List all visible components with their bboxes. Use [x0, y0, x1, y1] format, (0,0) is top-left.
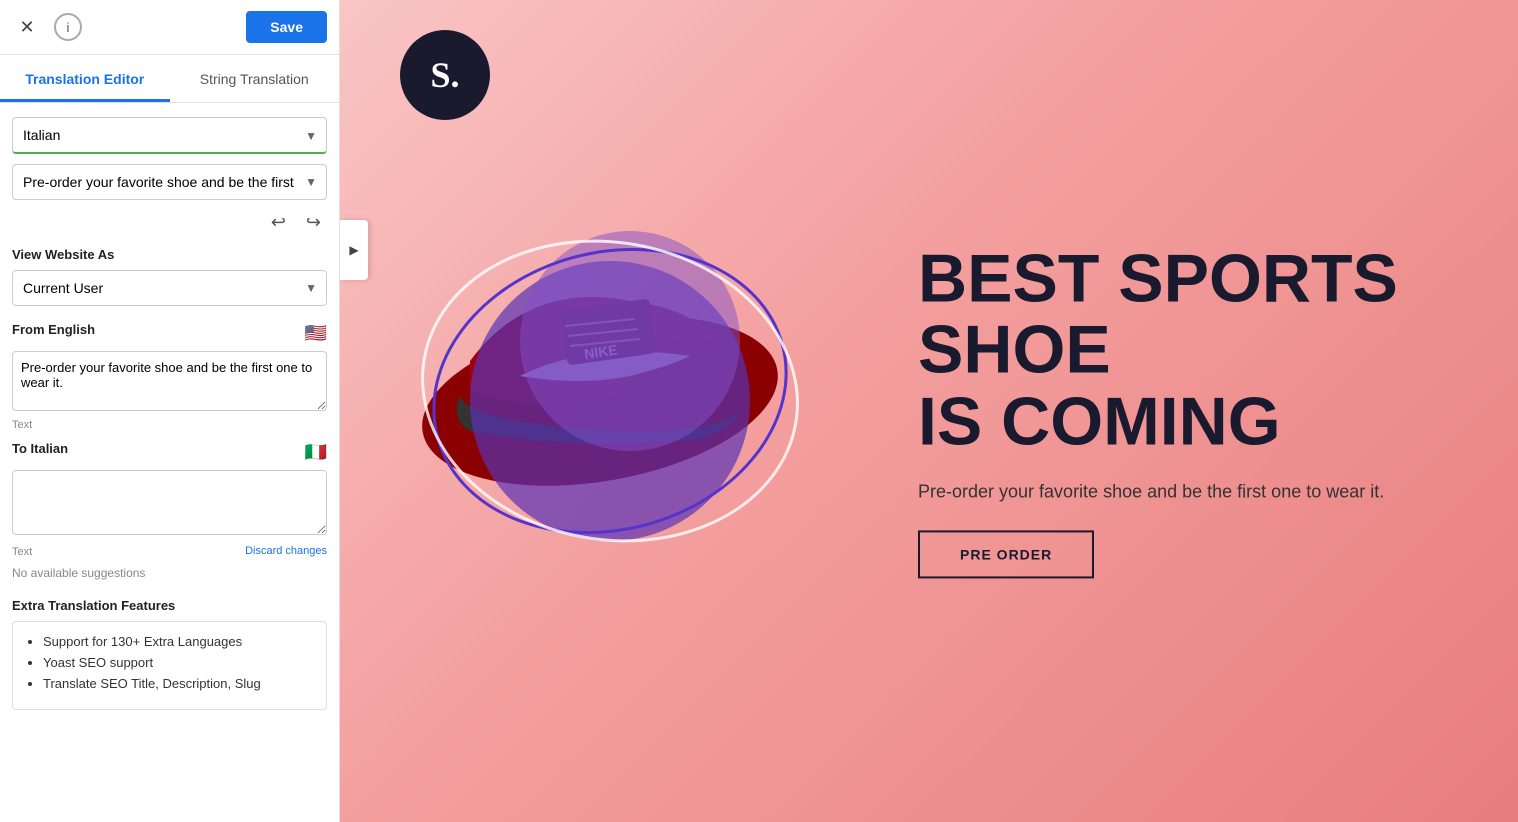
oval-outline-2 [397, 210, 823, 571]
feature-3: Translate SEO Title, Description, Slug [43, 676, 314, 691]
string-select[interactable]: Pre-order your favorite shoe and be the … [12, 164, 327, 200]
hero-content: BEST SPORTS SHOE IS COMING Pre-order you… [918, 243, 1438, 578]
to-header: To Italian 🇮🇹 [12, 441, 327, 464]
undo-redo-bar: ↩ ↪ [12, 210, 327, 235]
from-header: From English 🇺🇸 [12, 322, 327, 345]
save-button[interactable]: Save [246, 11, 327, 43]
top-bar: ✕ i Save [0, 0, 339, 55]
hero-title-line1: BEST SPORTS SHOE [918, 243, 1438, 386]
undo-button[interactable]: ↩ [265, 210, 292, 235]
side-toggle-icon: ▶ [349, 243, 358, 257]
from-flag: 🇺🇸 [305, 323, 327, 344]
pre-order-button[interactable]: PRE ORDER [918, 531, 1094, 579]
extra-features-list: Support for 130+ Extra Languages Yoast S… [25, 634, 314, 691]
view-website-section: View Website As Current User Guest Admin… [12, 247, 327, 306]
hero-subtitle: Pre-order your favorite shoe and be the … [918, 482, 1438, 503]
to-section: To Italian 🇮🇹 Text Discard changes [12, 441, 327, 558]
feature-2: Yoast SEO support [43, 655, 314, 670]
hero-title-line2: IS COMING [918, 386, 1438, 457]
from-text-area: Pre-order your favorite shoe and be the … [12, 351, 327, 411]
extra-label: Extra Translation Features [12, 598, 327, 613]
blob-container [390, 181, 850, 641]
tab-translation-editor[interactable]: Translation Editor [0, 55, 170, 102]
view-website-select[interactable]: Current User Guest Admin [12, 270, 327, 306]
discard-row: Text Discard changes [12, 543, 327, 558]
language-select-wrap: Italian English French German Spanish ▼ [12, 117, 327, 154]
tab-string-translation[interactable]: String Translation [170, 55, 340, 102]
info-button[interactable]: i [54, 13, 82, 41]
hero-title: BEST SPORTS SHOE IS COMING [918, 243, 1438, 457]
preview-panel: ▶ S. [340, 0, 1518, 822]
view-website-label: View Website As [12, 247, 327, 262]
tabs-bar: Translation Editor String Translation [0, 55, 339, 103]
from-label: From English [12, 322, 95, 337]
to-field-type: Text [12, 546, 32, 558]
extra-section: Extra Translation Features Support for 1… [12, 598, 327, 710]
shoe-area: NIKE [390, 181, 850, 641]
left-panel: ✕ i Save Translation Editor String Trans… [0, 0, 340, 822]
language-select[interactable]: Italian English French German Spanish [12, 117, 327, 154]
from-section: From English 🇺🇸 Pre-order your favorite … [12, 322, 327, 431]
panel-content: Italian English French German Spanish ▼ … [0, 103, 339, 822]
discard-changes-link[interactable]: Discard changes [245, 545, 327, 557]
to-text-area[interactable] [12, 470, 327, 535]
view-website-select-wrap: Current User Guest Admin ▼ [12, 270, 327, 306]
side-toggle[interactable]: ▶ [340, 220, 368, 280]
string-select-wrap: Pre-order your favorite shoe and be the … [12, 164, 327, 200]
logo-text: S. [430, 54, 459, 96]
to-flag: 🇮🇹 [305, 442, 327, 463]
site-logo: S. [400, 30, 490, 120]
redo-button[interactable]: ↪ [300, 210, 327, 235]
close-button[interactable]: ✕ [12, 12, 42, 42]
feature-1: Support for 130+ Extra Languages [43, 634, 314, 649]
extra-features-box: Support for 130+ Extra Languages Yoast S… [12, 621, 327, 710]
from-field-type: Text [12, 419, 327, 431]
no-suggestions-text: No available suggestions [12, 566, 327, 580]
to-label: To Italian [12, 441, 68, 456]
